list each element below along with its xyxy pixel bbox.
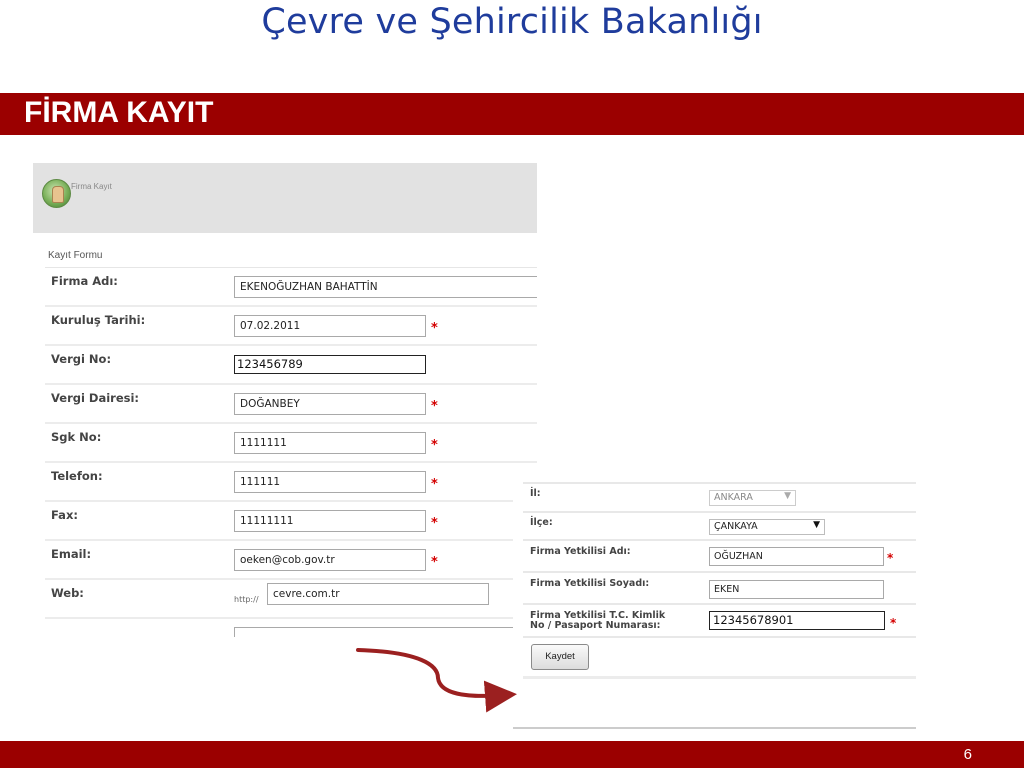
email-label: Email: bbox=[51, 547, 92, 561]
form-row-il: İl: ANKARA ▼ bbox=[523, 482, 916, 512]
registration-form-continuation-screenshot: İl: ANKARA ▼ İlçe: ÇANKAYA ▼ Firma Yetki… bbox=[513, 476, 916, 729]
sgk-no-input[interactable]: 1111111 bbox=[234, 432, 426, 454]
form-row-vergi-dairesi: Vergi Dairesi: DOĞANBEY * bbox=[45, 385, 537, 424]
ilce-label: İlçe: bbox=[530, 517, 553, 528]
form-row-vergi-no: Vergi No: 123456789 bbox=[45, 346, 537, 385]
yetkili-adi-label: Firma Yetkilisi Adı: bbox=[530, 546, 631, 557]
form-rows: Firma Adı: EKENOĞUZHAN BAHATTİN Kuruluş … bbox=[45, 267, 537, 637]
form-divider bbox=[523, 676, 916, 679]
il-label: İl: bbox=[530, 488, 541, 499]
yetkili-soyadi-input[interactable]: EKEN bbox=[709, 580, 884, 599]
form-row-ilce: İlçe: ÇANKAYA ▼ bbox=[523, 511, 916, 540]
kimlik-no-label-line2: No / Pasaport Numarası: bbox=[530, 620, 661, 631]
form-row-email: Email: oeken@cob.gov.tr * bbox=[45, 541, 537, 580]
next-field-input[interactable] bbox=[234, 627, 537, 637]
chevron-down-icon: ▼ bbox=[784, 491, 791, 501]
section-banner: FİRMA KAYIT bbox=[0, 93, 1024, 135]
required-marker: * bbox=[431, 321, 438, 336]
required-marker: * bbox=[890, 616, 897, 630]
yetkili-adi-input[interactable]: OĞUZHAN bbox=[709, 547, 884, 566]
form-row-kurulus-tarihi: Kuruluş Tarihi: 07.02.2011 * bbox=[45, 307, 537, 346]
email-input[interactable]: oeken@cob.gov.tr bbox=[234, 549, 426, 571]
form-row-telefon: Telefon: 111111 * bbox=[45, 463, 537, 502]
required-marker: * bbox=[431, 516, 438, 531]
vergi-no-label: Vergi No: bbox=[51, 352, 112, 366]
web-input[interactable]: cevre.com.tr bbox=[267, 583, 489, 605]
fax-input[interactable]: 11111111 bbox=[234, 510, 426, 532]
chevron-down-icon: ▼ bbox=[813, 520, 820, 530]
header-label: Firma Kayıt bbox=[71, 182, 112, 191]
form-row-kimlik-no: Firma Yetkilisi T.C. Kimlik No / Pasapor… bbox=[523, 603, 916, 638]
telefon-input[interactable]: 111111 bbox=[234, 471, 426, 493]
footer-bar: 6 bbox=[0, 741, 1024, 768]
http-prefix: http:// bbox=[234, 595, 259, 604]
form-row-firma-adi: Firma Adı: EKENOĞUZHAN BAHATTİN bbox=[45, 268, 537, 307]
required-marker: * bbox=[431, 555, 438, 570]
vergi-dairesi-label: Vergi Dairesi: bbox=[51, 391, 140, 405]
form-row-yetkili-soyadi: Firma Yetkilisi Soyadı: EKEN bbox=[523, 571, 916, 604]
form-row-sgk-no: Sgk No: 1111111 * bbox=[45, 424, 537, 463]
form-row-fax: Fax: 11111111 * bbox=[45, 502, 537, 541]
telefon-label: Telefon: bbox=[51, 469, 103, 483]
web-label: Web: bbox=[51, 586, 84, 600]
user-avatar-icon bbox=[42, 179, 71, 208]
kurulus-tarihi-input[interactable]: 07.02.2011 bbox=[234, 315, 426, 337]
firma-adi-input[interactable]: EKENOĞUZHAN BAHATTİN bbox=[234, 276, 537, 298]
fax-label: Fax: bbox=[51, 508, 78, 522]
ilce-select-value: ÇANKAYA bbox=[714, 521, 758, 532]
required-marker: * bbox=[431, 477, 438, 492]
vergi-dairesi-input[interactable]: DOĞANBEY bbox=[234, 393, 426, 415]
form-row-web: Web: http:// cevre.com.tr bbox=[45, 580, 537, 619]
panel-header: Firma Kayıt bbox=[33, 163, 537, 233]
firma-adi-label: Firma Adı: bbox=[51, 274, 118, 288]
required-marker: * bbox=[431, 399, 438, 414]
yetkili-soyadi-label: Firma Yetkilisi Soyadı: bbox=[530, 578, 650, 589]
sgk-no-label: Sgk No: bbox=[51, 430, 102, 444]
save-button[interactable]: Kaydet bbox=[531, 644, 589, 670]
page-number: 6 bbox=[963, 746, 972, 763]
registration-form-screenshot: Firma Kayıt Kayıt Formu Firma Adı: EKENO… bbox=[33, 163, 537, 637]
form-caption: Kayıt Formu bbox=[48, 250, 103, 261]
vergi-no-input[interactable]: 123456789 bbox=[234, 355, 426, 374]
slide-title: Çevre ve Şehircilik Bakanlığı bbox=[261, 2, 763, 42]
ilce-select[interactable]: ÇANKAYA ▼ bbox=[709, 519, 825, 535]
il-select[interactable]: ANKARA ▼ bbox=[709, 490, 796, 506]
form-row-next-partial bbox=[45, 619, 537, 637]
form-row-yetkili-adi: Firma Yetkilisi Adı: OĞUZHAN * bbox=[523, 539, 916, 572]
il-select-value: ANKARA bbox=[714, 492, 753, 503]
required-marker: * bbox=[431, 438, 438, 453]
required-marker: * bbox=[887, 551, 894, 565]
kimlik-no-input[interactable]: 12345678901 bbox=[709, 611, 885, 630]
section-title: FİRMA KAYIT bbox=[24, 96, 214, 129]
kurulus-tarihi-label: Kuruluş Tarihi: bbox=[51, 313, 146, 327]
